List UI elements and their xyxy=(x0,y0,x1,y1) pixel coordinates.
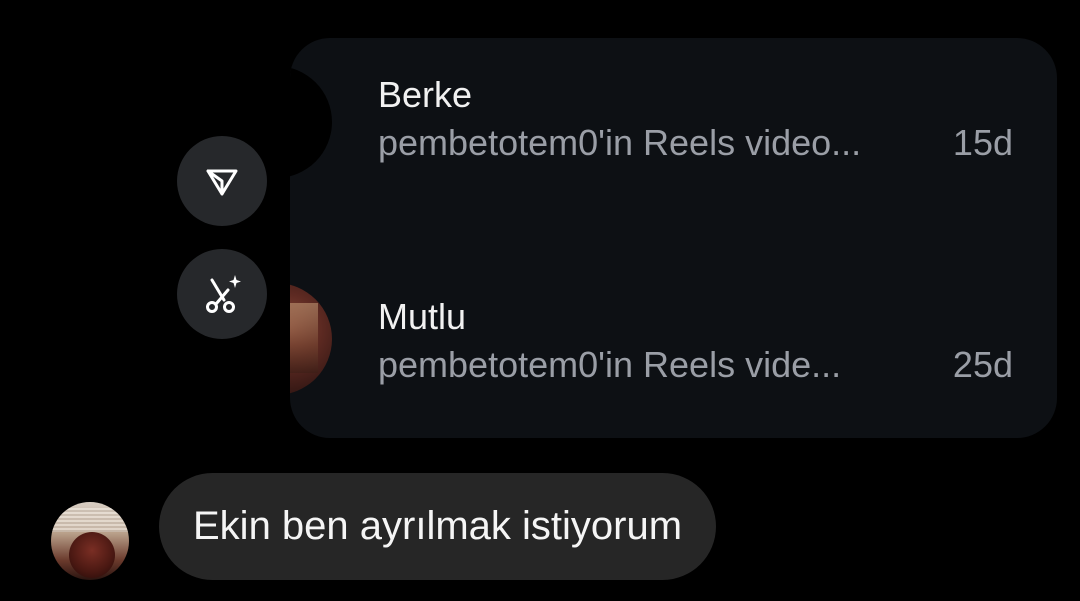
chat-screen: Berke pembetotem0'in Reels video... 15d … xyxy=(0,0,1080,601)
shared-row[interactable]: Mutlu pembetotem0'in Reels vide... 25d xyxy=(290,283,1057,408)
paper-plane-icon xyxy=(206,169,238,196)
message-preview: pembetotem0'in Reels video... xyxy=(378,122,862,163)
message-bubble[interactable]: Ekin ben ayrılmak istiyorum xyxy=(159,473,717,580)
shared-reel-card[interactable]: Berke pembetotem0'in Reels video... 15d … xyxy=(290,38,1057,438)
share-button[interactable] xyxy=(177,136,267,226)
avatar-face xyxy=(69,532,115,578)
shared-row[interactable]: Berke pembetotem0'in Reels video... 15d xyxy=(290,66,1057,186)
remix-button[interactable] xyxy=(177,249,267,339)
sender-name: Berke xyxy=(378,74,473,115)
message-text: Ekin ben ayrılmak istiyorum xyxy=(193,504,683,548)
avatar[interactable] xyxy=(51,502,129,580)
message-time: 25d xyxy=(952,344,1013,385)
message-preview: pembetotem0'in Reels vide... xyxy=(378,344,842,385)
sender-name: Mutlu xyxy=(378,296,467,337)
avatar[interactable] xyxy=(290,283,332,395)
remix-sparkle-icon xyxy=(206,275,241,313)
message-time: 15d xyxy=(952,122,1013,163)
avatar-background xyxy=(51,508,129,532)
